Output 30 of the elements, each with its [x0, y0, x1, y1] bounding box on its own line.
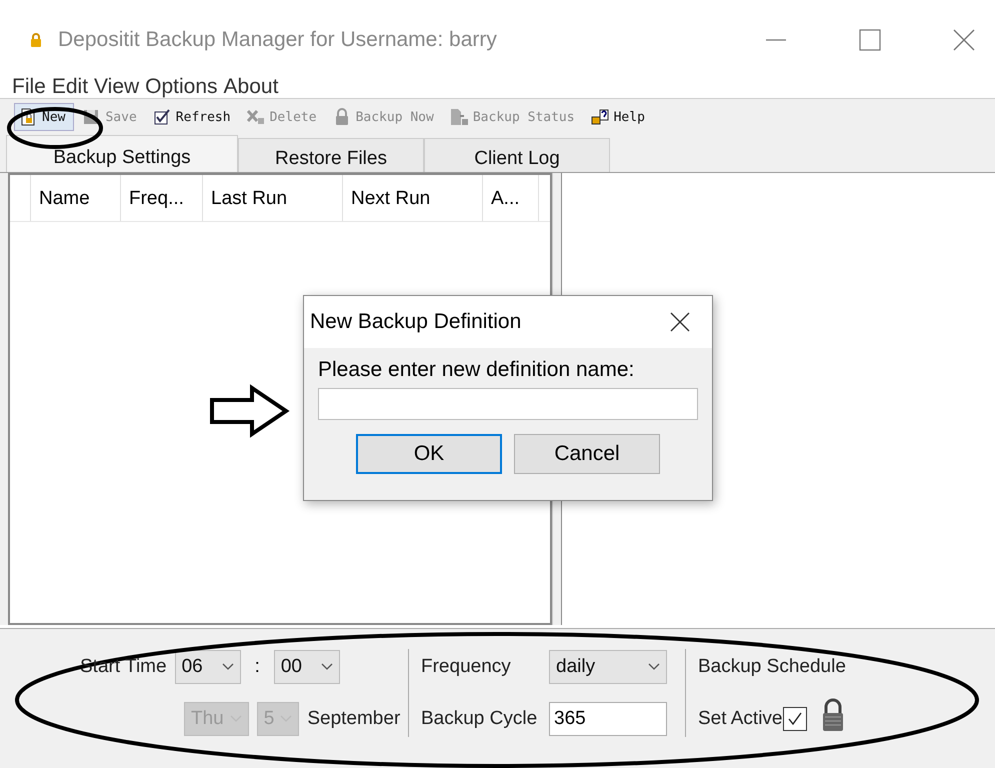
tab[interactable]: Backup Settings	[6, 135, 238, 172]
time-separator: :	[254, 656, 261, 678]
toolbar-button[interactable]: Refresh	[148, 104, 239, 130]
field-label: Frequency	[421, 656, 512, 678]
tab[interactable]: Restore Files	[238, 138, 424, 172]
checkbox-label: Set Active	[698, 708, 782, 730]
tab[interactable]: Client Log	[424, 138, 610, 172]
field-label: Backup Cycle	[421, 708, 538, 730]
window-title: Depositit Backup Manager for Username: barry	[58, 28, 497, 52]
menu-item[interactable]: Options	[145, 75, 218, 98]
dialog-button[interactable]: Cancel	[514, 434, 660, 474]
section-label: Backup Schedule	[698, 656, 846, 678]
column-header[interactable]: Freq...	[121, 175, 203, 221]
column-header[interactable]: Name	[31, 175, 121, 221]
prompt-text: Please enter new definition name:	[318, 358, 636, 382]
backup-cycle-field[interactable]: 365	[549, 702, 667, 736]
dialog-title: New Backup Definition	[310, 310, 522, 334]
frequency-dropdown[interactable]: daily	[549, 650, 667, 684]
menu-item[interactable]: View	[94, 75, 140, 98]
dialog-button[interactable]: OK	[356, 434, 502, 474]
column-header[interactable]: A...	[483, 175, 539, 221]
menu-item[interactable]: About	[224, 75, 278, 98]
column-header[interactable]: Last Run	[203, 175, 343, 221]
column-header[interactable]: Next Run	[343, 175, 483, 221]
minute-dropdown[interactable]: 00	[274, 650, 340, 684]
menu-item[interactable]: File	[12, 75, 46, 98]
menu-item[interactable]: Edit	[52, 75, 88, 98]
month-label: September	[307, 708, 400, 730]
toolbar-button[interactable]: Help	[586, 104, 653, 130]
hour-dropdown[interactable]: 06	[174, 650, 241, 684]
